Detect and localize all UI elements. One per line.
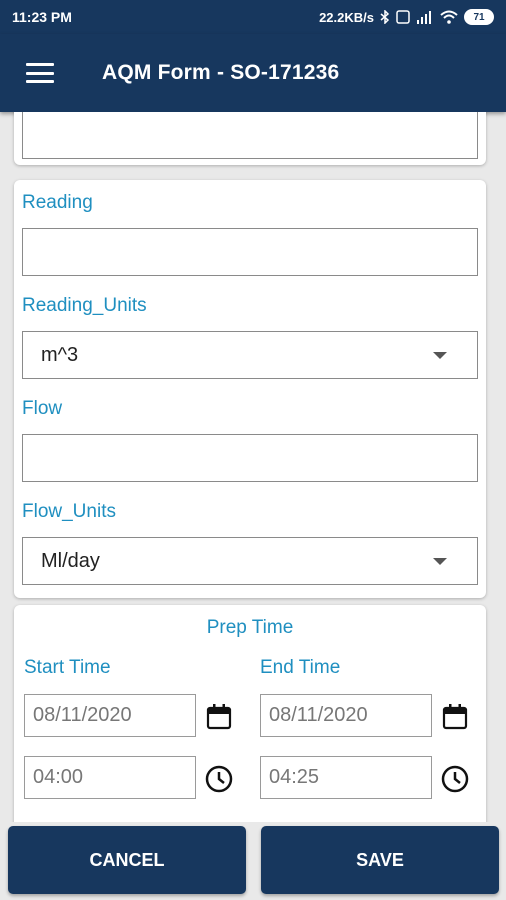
calendar-icon[interactable]: [440, 702, 470, 732]
calendar-icon[interactable]: [204, 702, 234, 732]
start-time-field[interactable]: 04:00: [24, 756, 196, 799]
flow-input[interactable]: [22, 434, 478, 482]
form-content[interactable]: Reading Reading_Units m^3 Flow Flow_Unit…: [0, 112, 506, 822]
signal-icon: [417, 11, 431, 24]
reading-units-label: Reading_Units: [22, 295, 147, 316]
dropdown-arrow-icon: [433, 557, 447, 565]
end-time-label: End Time: [260, 657, 341, 678]
bottom-action-bar: CANCEL SAVE: [0, 822, 506, 900]
reading-units-select[interactable]: m^3: [22, 331, 478, 379]
status-time: 11:23 PM: [12, 9, 72, 25]
flow-units-value: Ml/day: [41, 549, 100, 572]
reading-input[interactable]: [22, 228, 478, 276]
page-title: AQM Form - SO-171236: [102, 61, 340, 84]
reading-units-value: m^3: [41, 343, 79, 366]
clock-icon[interactable]: [440, 764, 470, 794]
network-speed: 22.2KB/s: [319, 9, 374, 25]
end-date-field[interactable]: 08/11/2020: [260, 694, 432, 737]
measurement-card: Reading Reading_Units m^3 Flow Flow_Unit…: [14, 180, 486, 598]
bluetooth-icon: [380, 10, 390, 24]
prep-time-title: Prep Time: [206, 617, 294, 638]
top-text-field[interactable]: [22, 112, 478, 159]
start-date-field[interactable]: 08/11/2020: [24, 694, 196, 737]
status-bar: 11:23 PM 22.2KB/s 71: [0, 0, 506, 34]
flow-label: Flow: [22, 398, 63, 419]
flow-units-label: Flow_Units: [22, 501, 116, 522]
status-indicators: 22.2KB/s 71: [319, 9, 494, 25]
clock-icon[interactable]: [204, 764, 234, 794]
cancel-button[interactable]: CANCEL: [8, 826, 246, 894]
dropdown-arrow-icon: [433, 351, 447, 359]
flow-units-select[interactable]: Ml/day: [22, 537, 478, 585]
start-time-label: Start Time: [24, 657, 111, 678]
form-card-top: [14, 112, 486, 165]
end-time-field[interactable]: 04:25: [260, 756, 432, 799]
hamburger-menu-icon[interactable]: [26, 63, 54, 83]
save-button[interactable]: SAVE: [261, 826, 499, 894]
prep-time-card: Prep Time Start Time End Time 08/11/2020…: [14, 605, 486, 822]
battery-icon: 71: [464, 9, 494, 25]
hd-icon: [396, 10, 410, 24]
reading-label: Reading: [22, 192, 93, 213]
app-bar: AQM Form - SO-171236: [0, 34, 506, 112]
wifi-icon: [440, 10, 458, 24]
